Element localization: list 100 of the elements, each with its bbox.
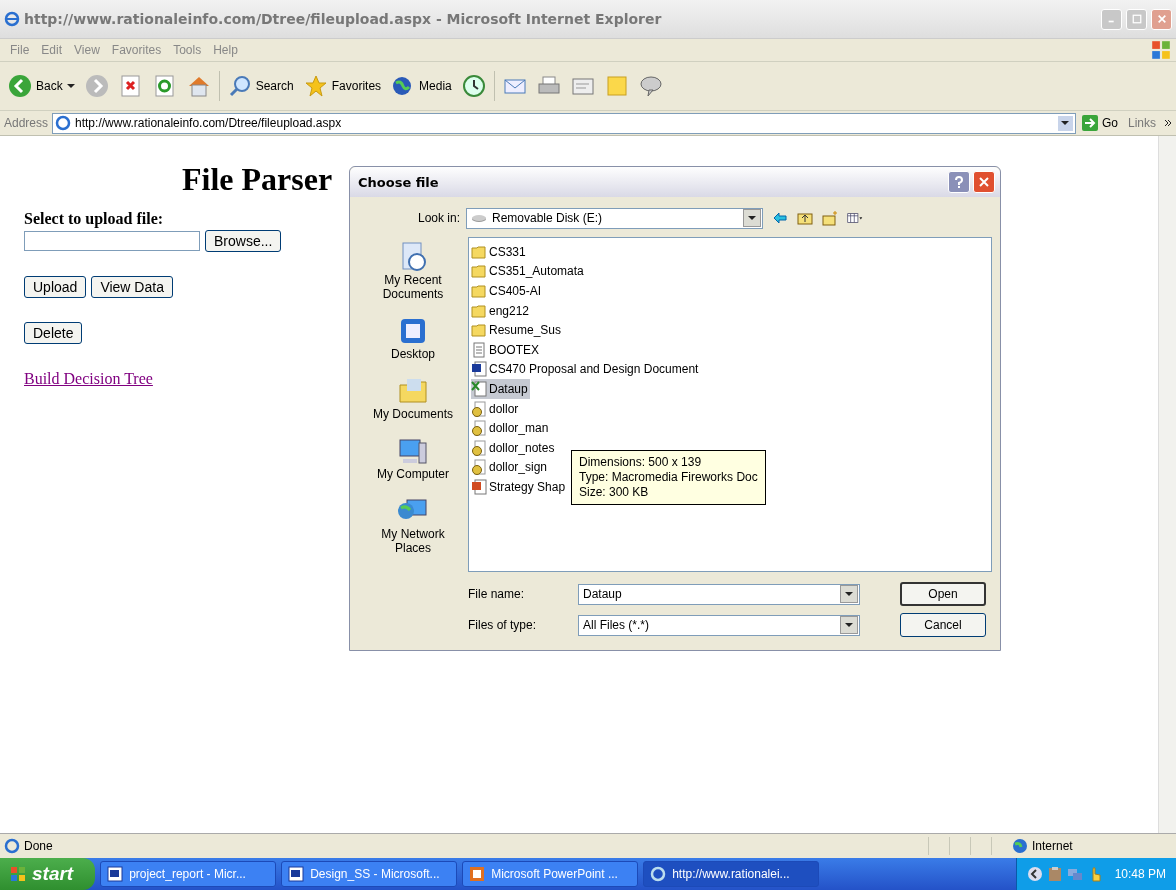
folder-icon: [471, 302, 487, 319]
document-icon: [471, 400, 487, 417]
places-item[interactable]: Desktop: [370, 315, 456, 361]
list-entry[interactable]: Dataup: [471, 379, 530, 399]
app-icon: [107, 866, 124, 882]
file-name-field[interactable]: Dataup: [578, 583, 860, 605]
document-icon: [471, 380, 487, 397]
page-button[interactable]: Upload: [24, 276, 87, 298]
folder-icon: [471, 263, 487, 280]
maximize-icon: [1131, 14, 1142, 24]
zone-text: Internet: [1032, 839, 1074, 853]
media-button[interactable]: Media: [389, 72, 454, 100]
dropdown-button[interactable]: [840, 616, 858, 634]
links-button[interactable]: Links: [1124, 116, 1160, 130]
places-item[interactable]: My Computer: [370, 435, 456, 481]
file-name-label: File name:: [468, 587, 526, 601]
windows-logo-icon: [1150, 39, 1172, 61]
back-arrow-icon[interactable]: [772, 210, 788, 226]
places-item[interactable]: My Recent Documents: [370, 241, 456, 301]
close-button[interactable]: [1151, 8, 1172, 30]
page-button[interactable]: View Data: [91, 276, 173, 298]
file-type-label: Files of type:: [468, 618, 538, 632]
chevron-icon[interactable]: [1026, 866, 1043, 882]
go-button[interactable]: Go: [1079, 113, 1120, 133]
list-entry[interactable]: dollor: [471, 398, 521, 419]
up-folder-icon[interactable]: [797, 210, 813, 226]
search-button[interactable]: Search: [225, 72, 296, 100]
document-icon: [471, 459, 487, 476]
list-entry[interactable]: Strategy Shap: [471, 477, 568, 497]
star-icon: [303, 74, 328, 98]
view-menu-icon[interactable]: [847, 210, 863, 226]
taskbar-item[interactable]: project_report - Micr...: [100, 861, 277, 887]
dialog-title: Choose file: [358, 174, 439, 190]
scrollbar[interactable]: [1158, 136, 1176, 833]
list-entry[interactable]: CS331: [471, 242, 528, 262]
places-item[interactable]: My Network Places: [370, 495, 456, 555]
folder-icon: [471, 243, 487, 260]
open-button[interactable]: Open: [900, 582, 986, 606]
refresh-icon[interactable]: [152, 74, 177, 98]
places-item[interactable]: My Documents: [370, 375, 456, 421]
minimize-button[interactable]: [1101, 8, 1122, 30]
look-in-dropdown[interactable]: Removable Disk (E:): [466, 207, 763, 229]
speech-bubble-icon[interactable]: [638, 74, 663, 98]
taskbar-item[interactable]: Design_SS - Microsoft...: [281, 861, 458, 887]
dropdown-button[interactable]: [743, 209, 761, 227]
caret-icon: [1061, 119, 1070, 127]
history-icon[interactable]: [461, 74, 486, 98]
maximize-button[interactable]: [1126, 8, 1147, 30]
caret-icon: [845, 590, 853, 598]
document-icon: [471, 341, 487, 358]
list-entry[interactable]: CS470 Proposal and Design Document: [471, 359, 701, 380]
windows-logo-icon: [10, 866, 26, 882]
dropdown-button[interactable]: [1057, 115, 1073, 131]
caret-icon: [845, 621, 853, 629]
clipboard-icon[interactable]: [1046, 866, 1063, 882]
list-entry[interactable]: dollor_man: [471, 418, 551, 438]
favorites-button[interactable]: Favorites: [301, 72, 384, 100]
question-mark-icon: [953, 176, 965, 188]
caret-icon: [66, 82, 75, 90]
new-folder-icon[interactable]: [822, 210, 838, 226]
list-entry[interactable]: dollor_notes: [471, 437, 557, 458]
list-entry[interactable]: CS405-AI: [471, 281, 544, 301]
decision-tree-link[interactable]: Build Decision Tree: [24, 370, 153, 388]
chevron-icon[interactable]: [1164, 119, 1172, 127]
upload-label: Select to upload file:: [24, 210, 164, 228]
stop-icon[interactable]: [118, 74, 143, 98]
dropdown-button[interactable]: [840, 585, 858, 603]
cancel-button[interactable]: Cancel: [900, 613, 986, 637]
list-entry[interactable]: CS351_Automata: [471, 261, 586, 282]
file-type-dropdown[interactable]: All Files (*.*): [578, 614, 860, 636]
clock: 10:48 PM: [1114, 867, 1166, 881]
back-button[interactable]: Back: [6, 72, 77, 100]
caret-icon: [748, 214, 756, 222]
file-path-field[interactable]: [24, 231, 200, 251]
arrow-icon: [1081, 115, 1098, 131]
browse-button[interactable]: Browse...: [205, 230, 282, 252]
delete-button[interactable]: Delete: [24, 322, 83, 344]
page-icon: [4, 838, 20, 854]
taskbar-item[interactable]: Microsoft PowerPoint ...: [462, 861, 639, 887]
folder-icon: [471, 322, 487, 339]
address-field[interactable]: http://www.rationaleinfo.com/Dtree/fileupload.aspx: [52, 112, 1076, 134]
document-icon: [471, 420, 487, 437]
taskbar-item[interactable]: http://www.rationalei...: [643, 861, 820, 887]
list-entry[interactable]: eng212: [471, 300, 532, 321]
app-icon: [650, 866, 667, 882]
help-button[interactable]: [948, 171, 970, 193]
list-entry[interactable]: BOOTEX: [471, 339, 541, 360]
close-icon: [978, 176, 990, 188]
close-button[interactable]: [973, 171, 995, 193]
page-heading: File Parser: [182, 161, 333, 198]
address-label: Address: [4, 116, 49, 130]
document-icon: [471, 361, 487, 378]
list-entry[interactable]: Resume_Sus: [471, 320, 564, 340]
document-icon: [471, 439, 487, 456]
search-icon: [227, 74, 252, 98]
status-text: Done: [24, 839, 53, 853]
forward-icon[interactable]: [84, 74, 109, 98]
list-entry[interactable]: dollor_sign: [471, 457, 550, 478]
look-in-label: Look in:: [416, 211, 460, 225]
ie-logo-icon: [4, 11, 20, 27]
